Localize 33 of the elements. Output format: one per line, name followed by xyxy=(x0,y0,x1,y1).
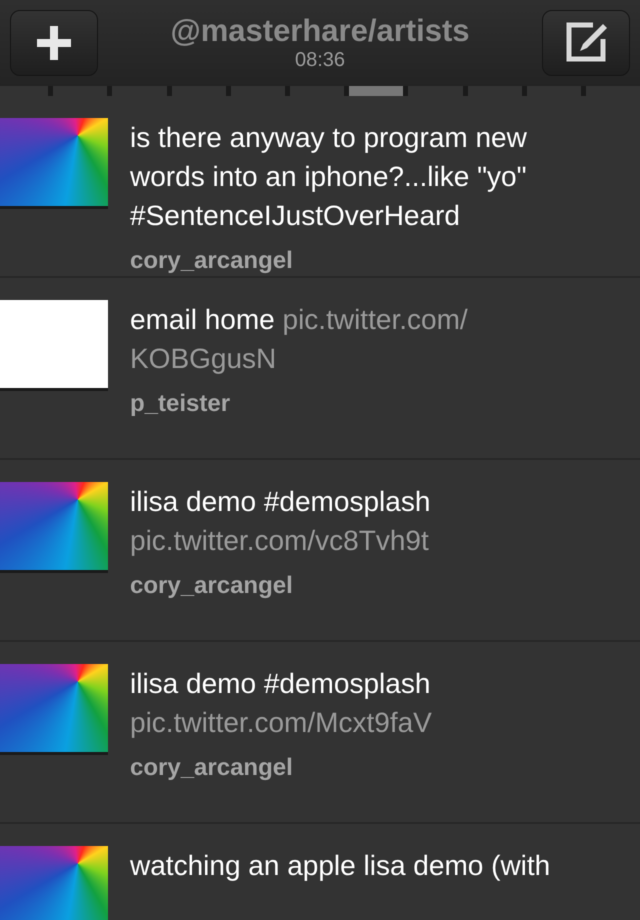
list-title: @masterhare/artists xyxy=(170,14,470,48)
add-button[interactable] xyxy=(10,10,98,76)
username[interactable]: cory_arcangel xyxy=(130,754,640,782)
page-indicator[interactable] xyxy=(526,86,581,96)
tweet-text: is there anyway to program new words into an iphone?...like "yo" #SentenceIJustOverHeard xyxy=(130,121,528,233)
username[interactable]: cory_arcangel xyxy=(130,572,640,600)
compose-button[interactable] xyxy=(542,10,630,76)
page-indicator[interactable] xyxy=(408,86,462,96)
tweet-text: watching an apple lisa demo (with xyxy=(130,849,552,883)
page-indicator[interactable] xyxy=(112,86,167,96)
tweet-text: ilisa demo #demosplash pic.twitter.com/Mcxt9faV xyxy=(130,667,433,740)
avatar[interactable] xyxy=(0,482,108,570)
avatar[interactable] xyxy=(0,118,108,206)
tweet-text: email home pic.twitter.com/ KOBGgusN xyxy=(130,303,469,376)
page-indicator[interactable] xyxy=(230,86,285,96)
avatar[interactable] xyxy=(0,846,108,920)
page-indicator[interactable] xyxy=(0,86,48,96)
plus-icon xyxy=(34,23,74,63)
page-indicator[interactable] xyxy=(172,86,226,96)
page-indicator[interactable] xyxy=(349,86,404,96)
page-indicator[interactable] xyxy=(53,86,108,96)
username[interactable]: cory_arcangel xyxy=(130,247,640,275)
tweet-link[interactable]: pic.twitter.com/vc8Tvh9t xyxy=(130,525,429,556)
username[interactable]: p_teister xyxy=(130,390,640,418)
page-indicator[interactable] xyxy=(290,86,344,96)
page-indicator[interactable] xyxy=(586,86,640,96)
clock-time: 08:36 xyxy=(294,48,346,72)
tweet-link[interactable]: KOBGgusN xyxy=(130,343,276,374)
tweet-link[interactable]: pic.twitter.com/Mcxt9faV xyxy=(130,707,432,738)
page-indicator[interactable] xyxy=(468,86,522,96)
avatar[interactable] xyxy=(0,664,108,752)
tweet-text: ilisa demo #demosplash pic.twitter.com/vc8Tvh9t xyxy=(130,485,432,558)
tweet-link[interactable]: pic.twitter.com/ xyxy=(282,304,468,335)
